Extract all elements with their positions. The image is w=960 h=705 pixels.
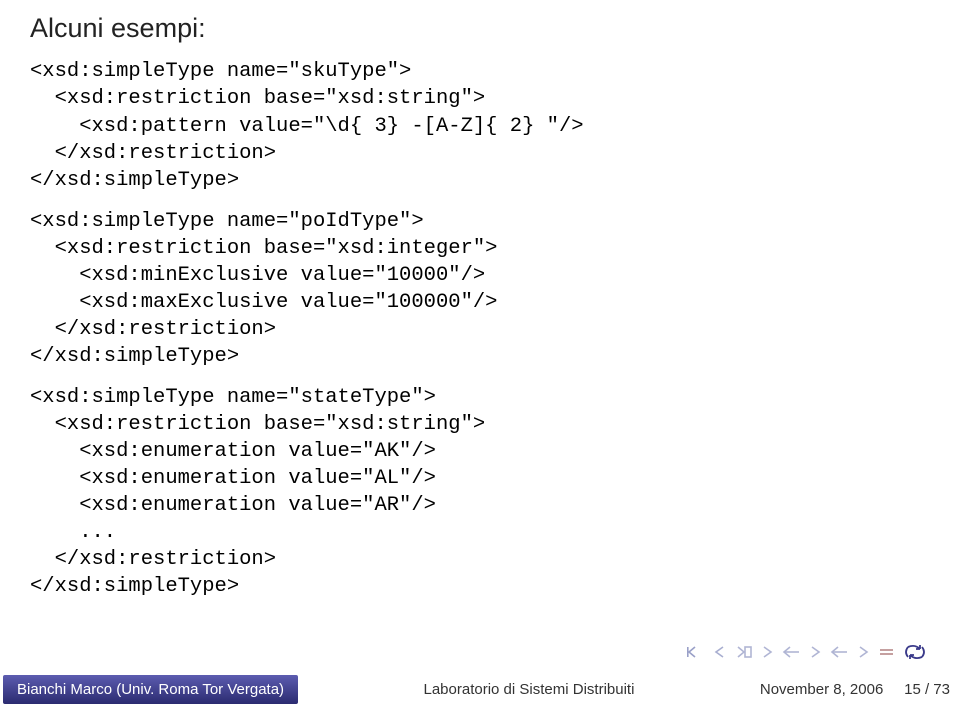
footer-date: November 8, 2006: [760, 681, 883, 698]
loop-icon[interactable]: [902, 643, 928, 661]
footer-page: 15 / 73: [904, 681, 950, 698]
code-example-1: <xsd:simpleType name="skuType"> <xsd:res…: [30, 58, 930, 193]
code-example-2: <xsd:simpleType name="poIdType"> <xsd:re…: [30, 208, 930, 370]
footer-right: November 8, 2006 15 / 73: [760, 681, 960, 698]
equal-icon[interactable]: [878, 645, 896, 659]
forward-icon[interactable]: [808, 645, 824, 659]
next-icon[interactable]: [734, 645, 754, 659]
nav-controls: [686, 643, 928, 661]
prev-icon[interactable]: [712, 645, 728, 659]
footer-author: Bianchi Marco (Univ. Roma Tor Vergata): [3, 675, 298, 704]
next-group-icon[interactable]: [760, 645, 776, 659]
footer-title: Laboratorio di Sistemi Distribuiti: [298, 681, 760, 698]
slide-footer: Bianchi Marco (Univ. Roma Tor Vergata) L…: [0, 672, 960, 705]
code-example-3: <xsd:simpleType name="stateType"> <xsd:r…: [30, 384, 930, 600]
slide-content: Alcuni esempi: <xsd:simpleType name="sku…: [0, 0, 960, 600]
last-arrow-icon[interactable]: [830, 645, 850, 659]
back-arrow-icon[interactable]: [782, 645, 802, 659]
first-icon[interactable]: [686, 645, 706, 659]
slide-heading: Alcuni esempi:: [30, 10, 930, 46]
step-icon[interactable]: [856, 645, 872, 659]
